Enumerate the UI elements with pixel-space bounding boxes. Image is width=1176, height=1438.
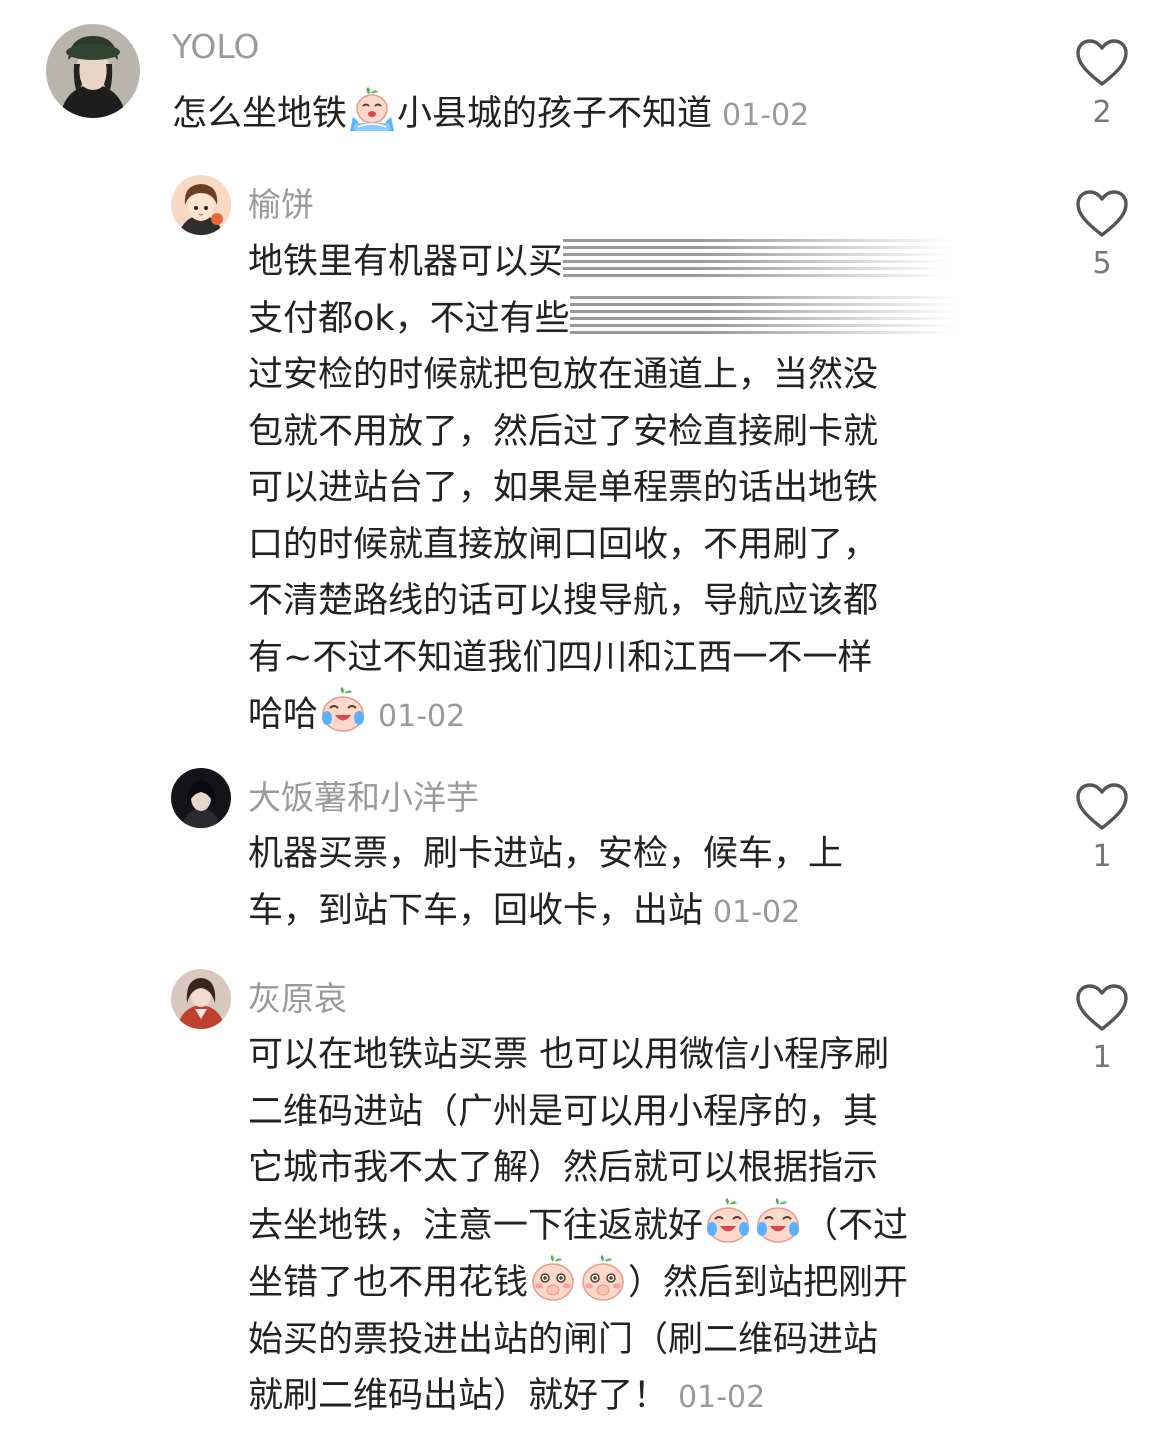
comment-date: 01-02 [713, 894, 801, 930]
like-button[interactable]: 2 [1072, 37, 1132, 130]
avatar[interactable] [171, 175, 231, 235]
comment-username[interactable]: 大饭薯和小洋芋 [248, 771, 479, 819]
heart-outline-icon [1076, 984, 1128, 1031]
like-button[interactable]: 1 [1072, 781, 1132, 874]
comment-text: 机器买票，刷卡进站，安检，候车，上 车，到站下车，回收卡，出站 01-02 [248, 826, 843, 941]
comment-text-part: （不过 [803, 1205, 909, 1246]
like-button[interactable]: 5 [1072, 188, 1132, 281]
heart-outline-icon [1076, 39, 1128, 86]
laugh-cry-emoji-icon [321, 686, 366, 732]
comment-text-line: 始买的票投进出站的闸门（刷二维码进站 [248, 1319, 879, 1360]
like-button[interactable]: 1 [1072, 982, 1132, 1075]
comment-date: 01-02 [722, 98, 810, 133]
comment-text-line: 车，到站下车，回收卡，出站 [248, 890, 704, 931]
comment-date: 01-02 [378, 699, 466, 734]
like-count: 2 [1092, 95, 1112, 130]
comment-text-part: 怎么坐地铁 [172, 94, 348, 134]
comment-date: 01-02 [678, 1380, 766, 1415]
avatar[interactable] [171, 768, 231, 828]
comment-text: 可以在地铁站买票 也可以用微信小程序刷 二维码进站（广州是可以用小程序的，其 它… [248, 1027, 908, 1427]
comment-text-line: 就刷二维码出站）就好了！ [248, 1376, 669, 1416]
crying-face-emoji-icon [350, 87, 395, 131]
comment-username[interactable]: 灰原哀 [248, 972, 347, 1020]
comment-text-line: 去坐地铁，注意一下往返就好 [248, 1205, 704, 1246]
laugh-cry-emoji-icon [706, 1196, 751, 1243]
comment-text-line: 它城市我不太了解）然后就可以根据指示 [248, 1148, 879, 1188]
like-count: 1 [1092, 1040, 1112, 1075]
comment-text-line: 坐错了也不用花钱 [248, 1263, 529, 1303]
comment-username[interactable]: YOLO [172, 27, 260, 66]
comment-text-line: 机器买票，刷卡进站，安检，候车，上 [248, 834, 844, 874]
comment-text-line: 口的时候就直接放闸口回收，不用刷了， [248, 524, 879, 565]
like-count: 1 [1092, 839, 1112, 874]
comment-text: 怎么坐地铁 小县城的孩子不知道 01-02 [172, 85, 809, 145]
comment-text-line: 有~不过不知道我们四川和江西一不一样 [248, 637, 873, 678]
comment-text-line: 二维码进站（广州是可以用小程序的，其 [248, 1091, 879, 1132]
laugh-cry-emoji-icon [756, 1196, 801, 1243]
comment-text-part: ）然后到站把刚开 [628, 1263, 909, 1303]
comment-text: 地铁里有机器可以买 支付都ok，不过有些 过安检的时候就把包放在通道上，当然没 … [248, 234, 960, 746]
avatar[interactable] [171, 969, 231, 1029]
comment-text-part: 小县城的孩子不知道 [397, 94, 713, 134]
heart-outline-icon [1076, 783, 1128, 830]
shy-emoji-icon [532, 1254, 574, 1301]
comment-text-line: 过安检的时候就把包放在通道上，当然没 [248, 355, 879, 395]
folded-text-mask [569, 295, 960, 336]
comment-text-line: 地铁里有机器可以买 [248, 242, 564, 282]
shy-emoji-icon [582, 1254, 624, 1301]
folded-text-mask [563, 239, 954, 279]
like-count: 5 [1092, 246, 1112, 281]
comment-text-line: 哈哈 [248, 695, 319, 735]
comment-text-line: 不清楚路线的话可以搜导航，导航应该都 [248, 581, 879, 621]
comment-text-line: 包就不用放了，然后过了安检直接刷卡就 [248, 411, 879, 452]
comment-text-line: 可以在地铁站买票 也可以用微信小程序刷 [248, 1035, 890, 1075]
comment-text-line: 可以进站台了，如果是单程票的话出地铁 [248, 468, 879, 508]
comment-text-line: 支付都ok，不过有些 [248, 298, 570, 339]
heart-outline-icon [1076, 190, 1128, 237]
avatar[interactable] [46, 24, 140, 118]
comment-username[interactable]: 榆饼 [248, 178, 314, 226]
